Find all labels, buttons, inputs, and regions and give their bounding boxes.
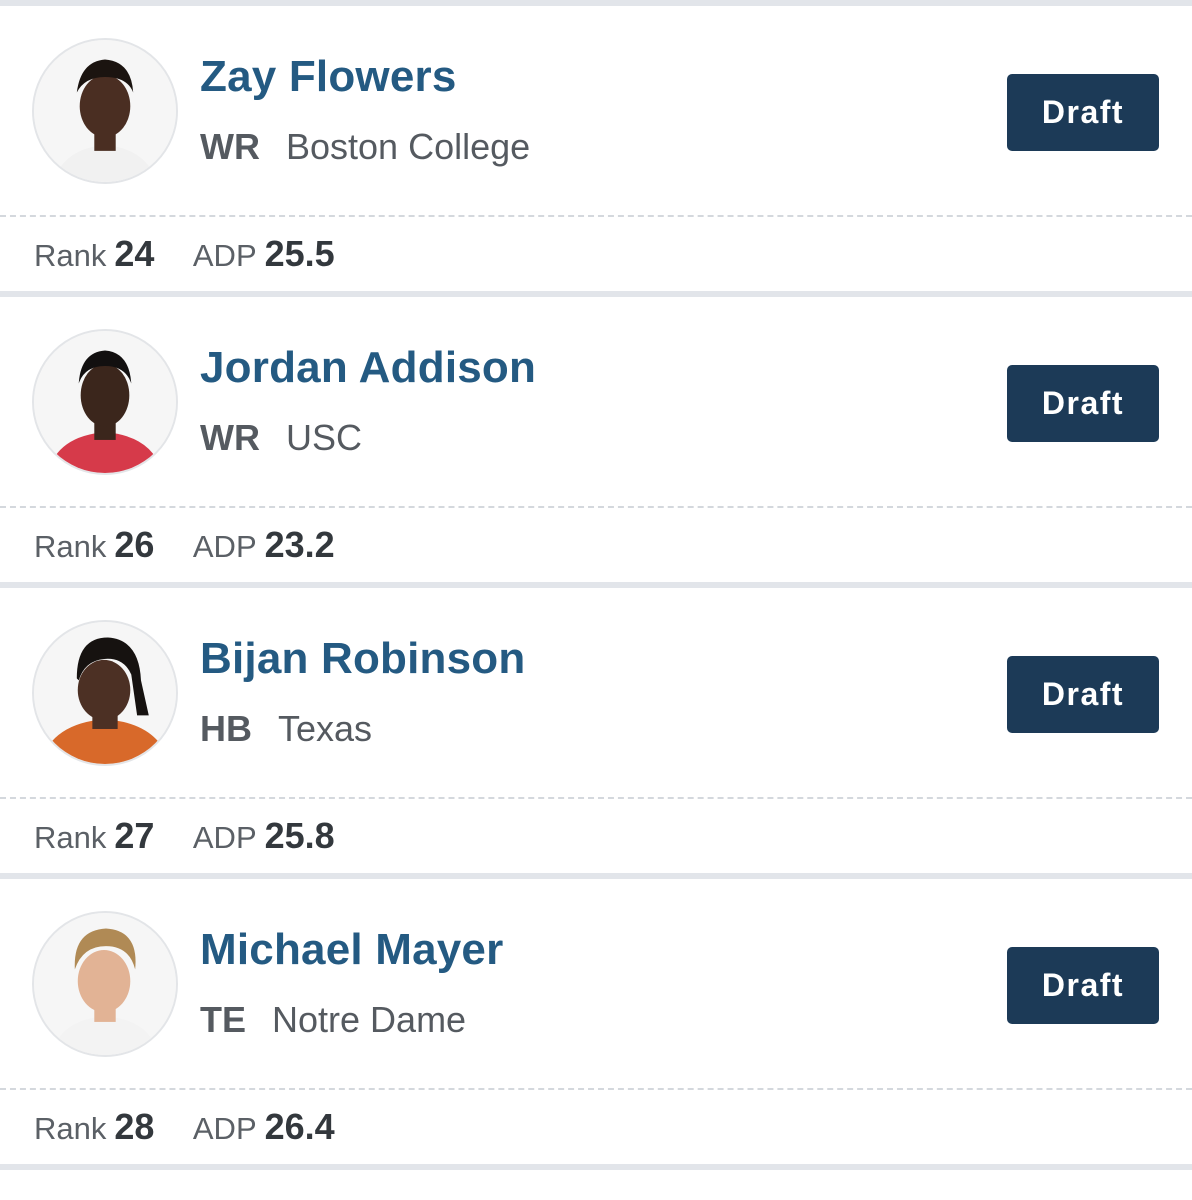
player-headshot (32, 620, 178, 766)
player-stats-row: Rank 28 ADP 26.4 (0, 1090, 1192, 1164)
player-name[interactable]: Jordan Addison (200, 343, 536, 393)
rank-value: 28 (114, 1106, 155, 1147)
player-headshot-image (34, 40, 176, 182)
adp-label: ADP (192, 238, 257, 273)
rank-value: 27 (114, 815, 155, 856)
player-card[interactable]: Zay Flowers WR Boston College Draft Rank 2… (0, 6, 1192, 297)
player-meta: TE Notre Dame (200, 999, 466, 1041)
adp-label: ADP (192, 820, 257, 855)
draft-button[interactable]: Draft (1007, 656, 1159, 733)
player-stats-row: Rank 24 ADP 25.5 (0, 217, 1192, 291)
rank-label: Rank (34, 820, 107, 855)
player-name[interactable]: Bijan Robinson (200, 634, 525, 684)
adp-value: 25.5 (264, 233, 335, 274)
player-meta: WR USC (200, 417, 362, 459)
player-stats-row: Rank 26 ADP 23.2 (0, 508, 1192, 582)
adp-label: ADP (192, 529, 257, 564)
player-stats-row: Rank 27 ADP 25.8 (0, 799, 1192, 873)
player-position: TE (200, 999, 247, 1040)
player-school: Notre Dame (272, 999, 467, 1040)
draft-button[interactable]: Draft (1007, 947, 1159, 1024)
draft-button[interactable]: Draft (1007, 74, 1159, 151)
draft-button[interactable]: Draft (1007, 365, 1159, 442)
player-meta: WR Boston College (200, 126, 530, 168)
adp-value: 23.2 (264, 524, 335, 565)
player-position: WR (200, 126, 260, 167)
player-card[interactable]: Jordan Addison WR USC Draft Rank 26 ADP 23.… (0, 297, 1192, 588)
player-school: USC (285, 417, 362, 458)
player-card-header: Bijan Robinson HB Texas Draft (0, 588, 1192, 799)
player-school: Texas (278, 708, 373, 749)
player-school: Boston College (285, 126, 531, 167)
player-position: WR (200, 417, 260, 458)
player-card-header: Michael Mayer TE Notre Dame Draft (0, 879, 1192, 1090)
player-headshot-image (34, 622, 176, 764)
player-meta: HB Texas (200, 708, 372, 750)
rank-label: Rank (34, 238, 107, 273)
player-headshot (32, 911, 178, 1057)
player-position: HB (200, 708, 252, 749)
player-name[interactable]: Michael Mayer (200, 925, 503, 975)
adp-value: 26.4 (264, 1106, 335, 1147)
player-headshot-image (34, 331, 176, 473)
player-name[interactable]: Zay Flowers (200, 52, 457, 102)
rank-value: 26 (114, 524, 155, 565)
player-card-header: Zay Flowers WR Boston College Draft (0, 6, 1192, 217)
rank-label: Rank (34, 529, 107, 564)
player-card[interactable]: Michael Mayer TE Notre Dame Draft Rank 28 … (0, 879, 1192, 1170)
adp-value: 25.8 (264, 815, 335, 856)
player-headshot-image (34, 913, 176, 1055)
player-list: Zay Flowers WR Boston College Draft Rank 2… (0, 0, 1192, 1170)
player-card[interactable]: Bijan Robinson HB Texas Draft Rank 27 ADP 2… (0, 588, 1192, 879)
rank-value: 24 (114, 233, 155, 274)
rank-label: Rank (34, 1111, 107, 1146)
player-headshot (32, 329, 178, 475)
adp-label: ADP (192, 1111, 257, 1146)
player-card-header: Jordan Addison WR USC Draft (0, 297, 1192, 508)
player-headshot (32, 38, 178, 184)
